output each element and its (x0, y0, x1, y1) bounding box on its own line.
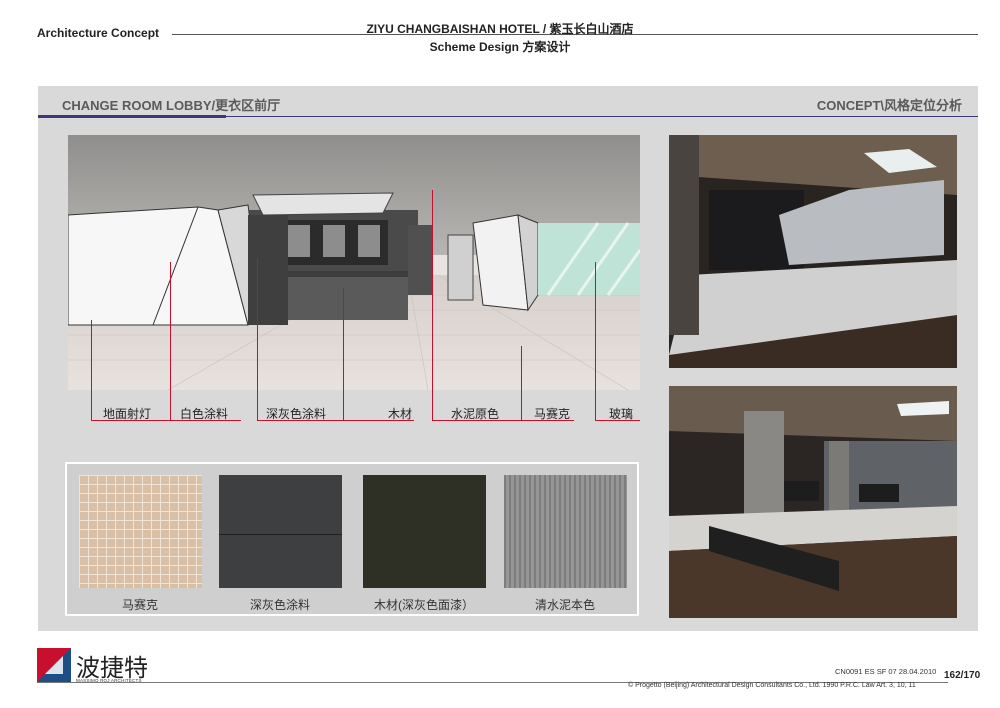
mosaic-label: 马赛克 (121, 598, 158, 612)
callout-cement: 水泥原色 (451, 407, 500, 421)
callout-wood: 木材 (388, 407, 413, 421)
callout-line-glass (595, 262, 596, 420)
document-code: CN0091 ES SF 07 28.04.2010 (835, 667, 937, 676)
concept-heading: CONCEPT\风格定位分析 (816, 98, 962, 113)
dark-gray-paint-label: 深灰色涂料 (249, 598, 310, 612)
concept-photo-2 (669, 386, 957, 618)
project-subtitle: Scheme Design 方案设计 (429, 40, 571, 54)
callout-mosaic: 马赛克 (534, 407, 571, 421)
heading-bar (226, 116, 978, 117)
callout-line-white-paint (170, 262, 171, 420)
concept-photo-1 (669, 135, 957, 368)
page-heading: CHANGE ROOM LOBBY/更衣区前厅 (62, 98, 281, 113)
callout-line-wood (343, 288, 344, 420)
callout-glass: 玻璃 (609, 407, 634, 421)
company-logo-icon (37, 648, 71, 682)
callout-dark-gray-paint: 深灰色涂料 (266, 407, 327, 421)
dark-gray-paint-swatch (219, 475, 342, 588)
heading-bar-accent (38, 115, 226, 118)
page-number: 162/170 (944, 670, 981, 681)
lobby-sketch (68, 135, 640, 390)
callout-line-floor-light (91, 320, 92, 420)
callout-line-dark-paint (257, 258, 258, 420)
wood-label: 木材(深灰色面漆） (374, 598, 474, 612)
wood-swatch (363, 475, 486, 588)
section-label: Architecture Concept (37, 26, 160, 40)
callout-white-paint: 白色涂料 (180, 407, 229, 421)
callout-line-cement (432, 190, 433, 420)
project-title: ZIYU CHANGBAISHAN HOTEL / 紫玉长白山酒店 (366, 22, 634, 36)
mosaic-swatch (79, 475, 202, 588)
callout-line-mosaic (521, 346, 522, 420)
callout-floor-light: 地面射灯 (103, 407, 152, 421)
cement-label: 清水泥本色 (534, 598, 595, 612)
copyright: © Progetto (Beijing) Architectural Desig… (628, 682, 916, 689)
cement-swatch (504, 475, 627, 588)
